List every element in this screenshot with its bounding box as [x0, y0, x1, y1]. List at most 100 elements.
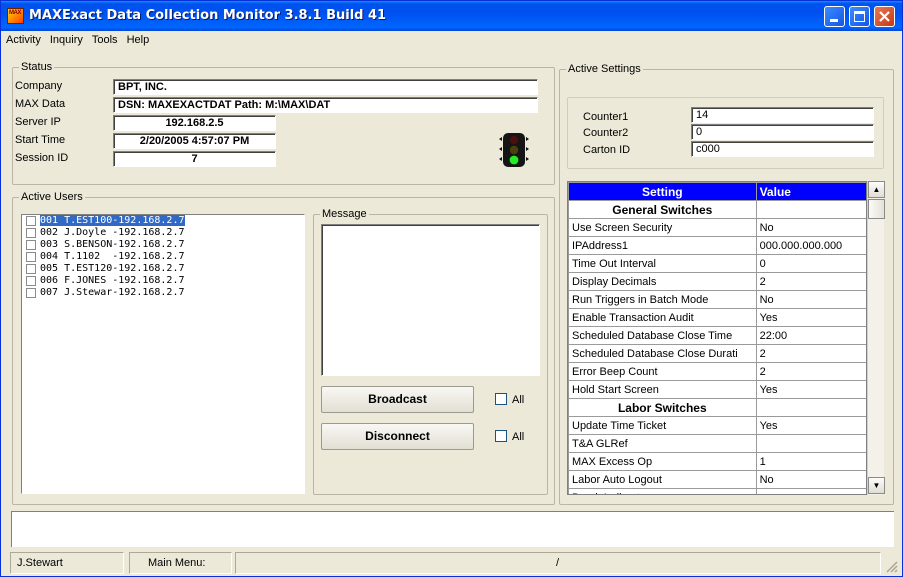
carton-id-field[interactable]: c000 — [691, 141, 874, 157]
setting-name-cell: Break Indirect — [568, 488, 757, 494]
user-checkbox[interactable] — [26, 240, 36, 250]
user-checkbox[interactable] — [26, 288, 36, 298]
setting-name-cell: T&A GLRef — [568, 434, 757, 453]
broadcast-all-checkbox[interactable]: All — [495, 393, 524, 406]
message-textarea[interactable] — [321, 224, 540, 376]
active-users-list[interactable]: 001 T.EST100-192.168.2.7 002 J.Doyle -192… — [21, 214, 305, 494]
setting-name-cell: Update Time Ticket — [568, 416, 757, 435]
grid-setting-row[interactable]: IPAddress1 000.000.000.000 — [568, 236, 866, 255]
resize-grip-icon[interactable] — [885, 560, 899, 574]
scroll-up-arrow-icon[interactable]: ▲ — [868, 181, 885, 198]
checkbox-icon — [495, 430, 507, 442]
grid-header-row: Setting Value — [568, 182, 866, 201]
grid-setting-row[interactable]: Display Decimals 2 — [568, 272, 866, 291]
menu-inquiry[interactable]: Inquiry — [45, 31, 87, 46]
grid-setting-row[interactable]: Scheduled Database Close Durati 2 — [568, 344, 866, 363]
counter2-field[interactable]: 0 — [691, 124, 874, 140]
setting-value-cell[interactable]: No — [755, 470, 866, 489]
user-list-item[interactable]: 004 T.1102 -192.168.2.7 — [22, 251, 304, 263]
setting-value-cell[interactable]: 22:00 — [755, 326, 866, 345]
disconnect-all-checkbox[interactable]: All — [495, 430, 524, 443]
main-window: MAX MAXExact Data Collection Monitor 3.8… — [0, 0, 903, 577]
setting-value-cell[interactable]: No — [755, 218, 866, 237]
setting-value-cell[interactable]: Yes — [755, 380, 866, 399]
user-list-item[interactable]: 007 J.Stewar-192.168.2.7 — [22, 287, 304, 299]
section-title: Labor Switches — [568, 398, 757, 417]
setting-value-cell[interactable]: 000.000.000.000 — [755, 236, 866, 255]
title-bar[interactable]: MAX MAXExact Data Collection Monitor 3.8… — [1, 1, 902, 31]
grid-setting-row[interactable]: Use Screen Security No — [568, 218, 866, 237]
setting-value-cell[interactable]: No — [755, 290, 866, 309]
user-checkbox[interactable] — [26, 252, 36, 262]
company-label: Company — [15, 80, 63, 92]
grid-setting-row[interactable]: Break Indirect — [568, 488, 866, 494]
traffic-light-green-icon — [499, 133, 529, 167]
grid-setting-row[interactable]: Time Out Interval 0 — [568, 254, 866, 273]
section-value-cell — [755, 398, 866, 417]
counter1-field[interactable]: 14 — [691, 107, 874, 123]
setting-value-cell[interactable]: 2 — [755, 362, 866, 381]
value-column-header[interactable]: Value — [755, 182, 866, 201]
user-checkbox[interactable] — [26, 276, 36, 286]
grid-setting-row[interactable]: Hold Start Screen Yes — [568, 380, 866, 399]
session-id-label: Session ID — [15, 152, 69, 164]
setting-value-cell[interactable]: 2 — [755, 272, 866, 291]
user-list-item[interactable]: 003 S.BENSON-192.168.2.7 — [22, 239, 304, 251]
user-label: 002 J.Doyle -192.168.2.7 — [40, 227, 185, 238]
message-label: Message — [320, 208, 369, 220]
grid-setting-row[interactable]: Enable Transaction Audit Yes — [568, 308, 866, 327]
scroll-thumb[interactable] — [868, 199, 885, 219]
counter2-label: Counter2 — [583, 127, 629, 139]
grid-setting-row[interactable]: Update Time Ticket Yes — [568, 416, 866, 435]
settings-grid[interactable]: Setting Value General Switches Use Screen… — [567, 181, 867, 495]
grid-setting-row[interactable]: Scheduled Database Close Time 22:00 — [568, 326, 866, 345]
grid-setting-row[interactable]: T&A GLRef — [568, 434, 866, 453]
user-list-item[interactable]: 006 F.JONES -192.168.2.7 — [22, 275, 304, 287]
grid-setting-row[interactable]: Error Beep Count 2 — [568, 362, 866, 381]
user-label: 003 S.BENSON-192.168.2.7 — [40, 239, 185, 250]
status-group-label: Status — [19, 61, 55, 73]
section-title: General Switches — [568, 200, 757, 219]
user-checkbox[interactable] — [26, 264, 36, 274]
max-data-field: DSN: MAXEXACTDAT Path: M:\MAX\DAT — [113, 97, 538, 113]
user-list-item[interactable]: 005 T.EST120-192.168.2.7 — [22, 263, 304, 275]
setting-value-cell[interactable] — [755, 434, 866, 453]
close-button[interactable] — [874, 6, 895, 27]
user-label: 007 J.Stewar-192.168.2.7 — [40, 287, 185, 298]
setting-value-cell[interactable]: Yes — [755, 416, 866, 435]
statusbar-menu: Main Menu: — [129, 552, 232, 574]
setting-name-cell: Hold Start Screen — [568, 380, 757, 399]
section-value-cell — [755, 200, 866, 219]
user-list-item[interactable]: 001 T.EST100-192.168.2.7 — [22, 215, 304, 227]
grid-setting-row[interactable]: Labor Auto Logout No — [568, 470, 866, 489]
broadcast-button[interactable]: Broadcast — [321, 386, 474, 413]
company-field: BPT, INC. — [113, 79, 538, 95]
setting-value-cell[interactable]: Yes — [755, 308, 866, 327]
setting-value-cell[interactable]: 1 — [755, 452, 866, 471]
setting-value-cell[interactable]: 0 — [755, 254, 866, 273]
setting-name-cell: Scheduled Database Close Time — [568, 326, 757, 345]
session-id-field: 7 — [113, 151, 276, 167]
start-time-label: Start Time — [15, 134, 66, 146]
user-checkbox[interactable] — [26, 228, 36, 238]
grid-section-row[interactable]: General Switches — [568, 200, 866, 219]
maximize-button[interactable] — [849, 6, 870, 27]
setting-value-cell[interactable] — [755, 488, 866, 494]
setting-value-cell[interactable]: 2 — [755, 344, 866, 363]
grid-section-row[interactable]: Labor Switches — [568, 398, 866, 417]
setting-name-cell: Error Beep Count — [568, 362, 757, 381]
menu-help[interactable]: Help — [122, 31, 154, 46]
minimize-button[interactable] — [824, 6, 845, 27]
scroll-down-arrow-icon[interactable]: ▼ — [868, 477, 885, 494]
disconnect-button[interactable]: Disconnect — [321, 423, 474, 450]
max-data-label: MAX Data — [15, 98, 66, 110]
setting-column-header[interactable]: Setting — [568, 182, 757, 201]
menu-tools[interactable]: Tools — [87, 31, 122, 46]
settings-scrollbar[interactable]: ▲ ▼ — [867, 181, 885, 495]
user-checkbox[interactable] — [26, 216, 36, 226]
user-list-item[interactable]: 002 J.Doyle -192.168.2.7 — [22, 227, 304, 239]
grid-setting-row[interactable]: MAX Excess Op 1 — [568, 452, 866, 471]
grid-setting-row[interactable]: Run Triggers in Batch Mode No — [568, 290, 866, 309]
menu-activity[interactable]: Activity — [1, 31, 45, 46]
status-bar: J.Stewart Main Menu: / — [1, 550, 902, 576]
